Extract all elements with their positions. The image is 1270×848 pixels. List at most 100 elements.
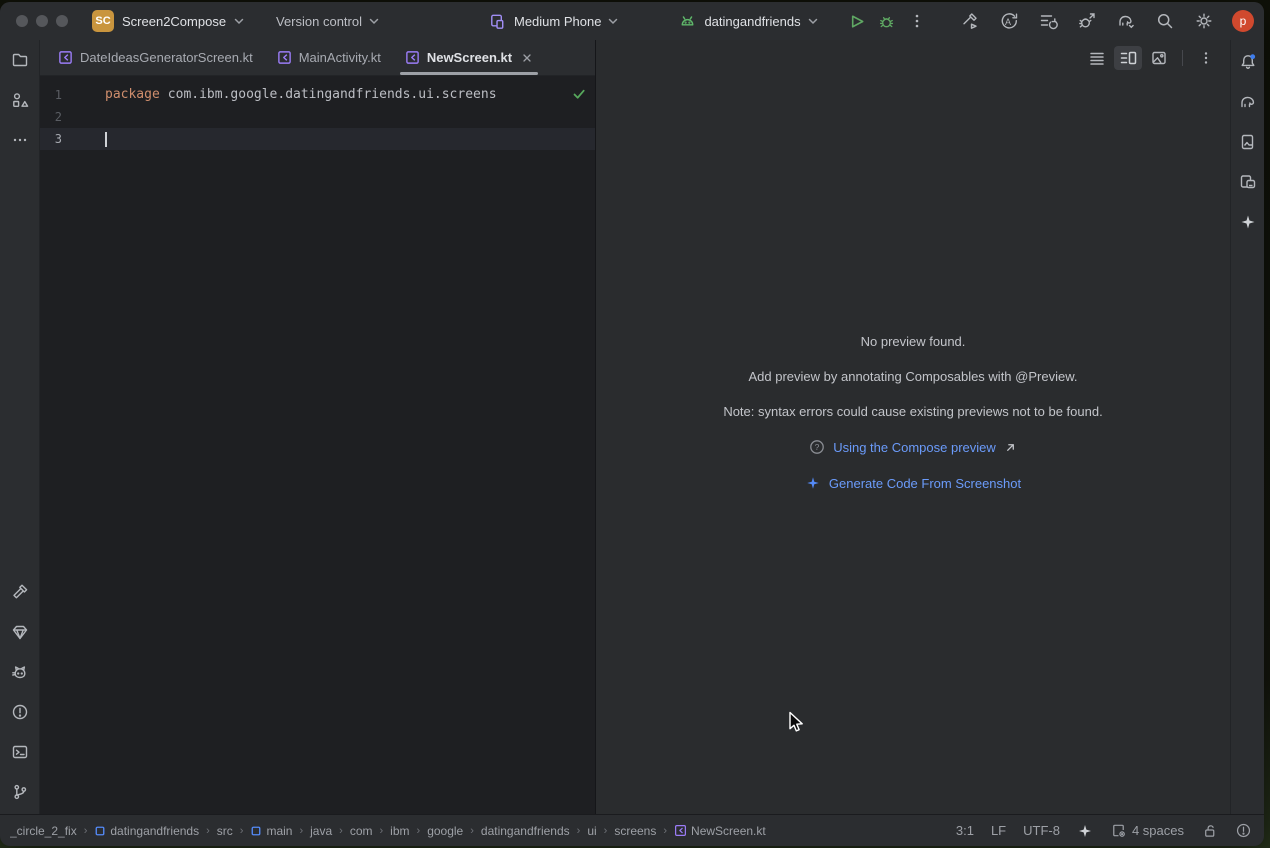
tab-mainactivity[interactable]: MainActivity.kt — [265, 40, 393, 75]
running-devices-button[interactable] — [1231, 122, 1265, 162]
tab-dateideasgeneratorscreen[interactable]: DateIdeasGeneratorScreen.kt — [46, 40, 265, 75]
breadcrumb-item[interactable]: _circle_2_fix — [10, 824, 77, 838]
chevron-down-icon — [369, 17, 379, 25]
keyword-token: package — [105, 84, 160, 106]
breadcrumb-separator: › — [662, 825, 668, 837]
kotlin-file-icon — [277, 50, 292, 65]
status-bar-widgets: 3:1 LF UTF-8 4 spaces — [956, 822, 1252, 839]
minimize-window-button[interactable] — [36, 15, 48, 27]
tab-label: NewScreen.kt — [427, 50, 512, 65]
version-control-tool-button[interactable] — [0, 772, 40, 812]
profile-avatar[interactable]: p — [1232, 10, 1254, 32]
resource-manager-icon — [10, 90, 30, 110]
search-everywhere-button[interactable] — [1150, 6, 1180, 36]
bug-icon — [877, 12, 896, 31]
tab-label: DateIdeasGeneratorScreen.kt — [80, 50, 253, 65]
breadcrumb-item[interactable]: datingandfriends — [481, 824, 570, 838]
breadcrumb-item[interactable]: com — [350, 824, 373, 838]
breadcrumb-item[interactable]: datingandfriends — [94, 824, 199, 838]
chevron-down-icon — [608, 17, 618, 25]
notifications-button[interactable] — [1231, 42, 1265, 82]
generate-code-from-screenshot-link[interactable]: Generate Code From Screenshot — [829, 476, 1021, 491]
split-view-button[interactable] — [1114, 46, 1142, 70]
app-quality-insights-tool-button[interactable] — [0, 612, 40, 652]
ai-sparkle-icon — [1239, 213, 1257, 231]
code-view-icon — [1088, 49, 1106, 67]
ai-status-sparkle-icon[interactable] — [1077, 823, 1093, 839]
gemini-ai-button[interactable] — [1231, 202, 1265, 242]
project-tool-button[interactable] — [0, 40, 40, 80]
design-view-button[interactable] — [1145, 46, 1173, 70]
breadcrumb-item[interactable]: screens — [614, 824, 656, 838]
gradle-tool-button[interactable] — [1231, 82, 1265, 122]
editor-tab-bar: DateIdeasGeneratorScreen.kt MainActivity… — [40, 40, 595, 76]
breadcrumb-separator: › — [603, 825, 609, 837]
file-lock-widget[interactable] — [1201, 822, 1218, 839]
device-manager-button[interactable] — [1231, 162, 1265, 202]
run-button[interactable] — [842, 6, 872, 36]
preview-more-options-button[interactable] — [1192, 46, 1220, 70]
android-icon — [678, 12, 697, 31]
kebab-menu-icon — [1198, 50, 1214, 66]
project-name: Screen2Compose — [122, 14, 226, 29]
breadcrumb-item[interactable]: java — [310, 824, 332, 838]
attach-debugger-icon — [1077, 11, 1097, 31]
ide-window: SC Screen2Compose Version control Medium — [0, 2, 1264, 846]
line-ending-widget[interactable]: LF — [991, 823, 1006, 838]
kotlin-file-icon — [674, 824, 687, 837]
close-tab-icon[interactable] — [521, 52, 533, 64]
breadcrumb-separator: › — [83, 825, 89, 837]
search-icon — [1155, 11, 1175, 31]
breadcrumb-item[interactable]: main — [250, 824, 292, 838]
title-bar: SC Screen2Compose Version control Medium — [0, 2, 1264, 40]
text-caret — [105, 132, 107, 147]
line-number: 3 — [40, 128, 105, 150]
logcat-tool-button[interactable] — [0, 652, 40, 692]
ai-sparkle-icon — [805, 475, 821, 491]
code-line-1: 1 package com.ibm.google.datingandfriend… — [40, 84, 595, 106]
breadcrumb-item[interactable]: src — [217, 824, 233, 838]
tab-newscreen[interactable]: NewScreen.kt — [393, 40, 545, 75]
gradle-sync-icon — [1116, 11, 1136, 31]
indent-widget[interactable]: 4 spaces — [1110, 822, 1184, 839]
device-selector[interactable]: Medium Phone — [478, 12, 628, 31]
title-bar-right-icons: A — [955, 2, 1254, 40]
git-branch-icon — [10, 782, 30, 802]
run-configuration-selector[interactable]: datingandfriends — [668, 12, 827, 31]
code-view-button[interactable] — [1083, 46, 1111, 70]
compose-preview-help-link[interactable]: Using the Compose preview — [833, 440, 996, 455]
version-control-widget[interactable]: Version control — [276, 2, 379, 40]
breadcrumb-item[interactable]: google — [427, 824, 463, 838]
toolbar-separator — [1182, 50, 1183, 66]
restart-activity-button[interactable]: A — [994, 6, 1024, 36]
debug-button[interactable] — [872, 6, 902, 36]
build-run-button[interactable] — [955, 6, 985, 36]
breadcrumb-item[interactable]: NewScreen.kt — [674, 824, 766, 838]
project-widget[interactable]: SC Screen2Compose — [92, 2, 244, 40]
gradle-sync-button[interactable] — [1111, 6, 1141, 36]
zoom-window-button[interactable] — [56, 15, 68, 27]
breadcrumb-item[interactable]: ibm — [390, 824, 409, 838]
encoding-widget[interactable]: UTF-8 — [1023, 823, 1060, 838]
code-editor[interactable]: 1 package com.ibm.google.datingandfriend… — [40, 76, 595, 814]
inspection-ok-icon[interactable] — [571, 86, 587, 102]
problems-tool-button[interactable] — [0, 692, 40, 732]
breadcrumb-item[interactable]: ui — [587, 824, 596, 838]
bell-icon — [1238, 52, 1258, 72]
more-tool-windows-button[interactable] — [0, 120, 40, 160]
attach-debugger-button[interactable] — [1072, 6, 1102, 36]
kotlin-file-icon — [58, 50, 73, 65]
caret-position-widget[interactable]: 3:1 — [956, 823, 974, 838]
settings-button[interactable] — [1189, 6, 1219, 36]
run-toolbar: Medium Phone datingandfriends — [478, 2, 932, 40]
close-window-button[interactable] — [16, 15, 28, 27]
build-tool-button[interactable] — [0, 572, 40, 612]
resource-manager-tool-button[interactable] — [0, 80, 40, 120]
notifications-status-icon[interactable] — [1235, 822, 1252, 839]
left-tool-window-bar — [0, 40, 40, 814]
preview-content: No preview found. Add preview by annotat… — [596, 76, 1230, 814]
apply-code-changes-button[interactable] — [1033, 6, 1063, 36]
more-actions-button[interactable] — [902, 6, 932, 36]
run-configuration-label: datingandfriends — [704, 14, 800, 29]
terminal-tool-button[interactable] — [0, 732, 40, 772]
